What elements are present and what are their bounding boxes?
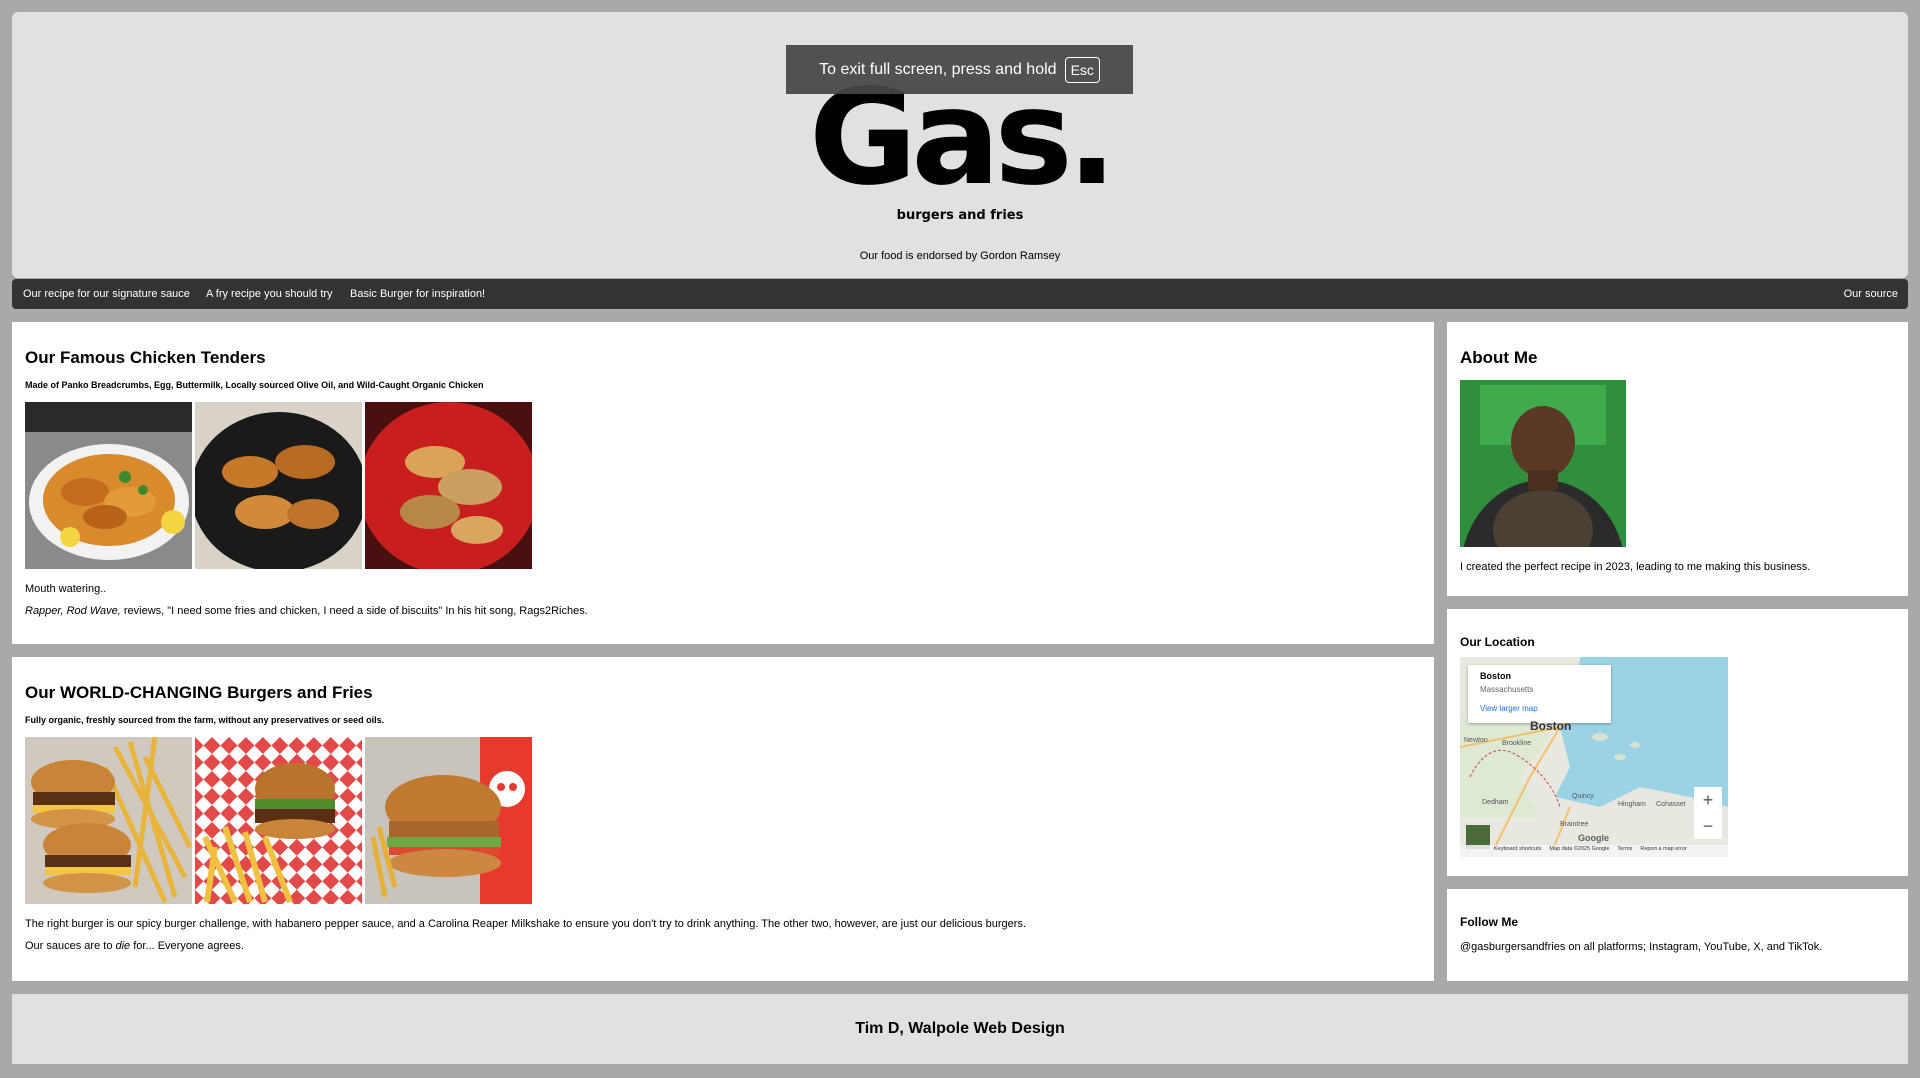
map-label-cohasset: Cohasset [1656, 801, 1686, 808]
follow-card: Follow Me @gasburgersandfries on all pla… [1447, 889, 1908, 981]
burgers-sauce-text: Our sauces are to die for... Everyone ag… [25, 940, 1421, 952]
map-data-credit: Map data ©2025 Google [1549, 846, 1610, 852]
map-label-quincy: Quincy [1572, 793, 1594, 800]
map-zoom-in-button[interactable]: + [1694, 787, 1722, 813]
tenders-caption: Mouth watering.. [25, 583, 107, 595]
map-report-error-link[interactable]: Report a map error [1640, 846, 1686, 852]
burgers-gallery [25, 737, 1421, 904]
about-title: About Me [1460, 348, 1538, 367]
fullscreen-notice-text: To exit full screen, press and hold [819, 60, 1057, 78]
burgers-title: Our WORLD-CHANGING Burgers and Fries [25, 683, 373, 702]
map-label-brookline: Brookline [1502, 740, 1532, 747]
nav-link-signature-sauce[interactable]: Our recipe for our signature sauce [23, 279, 190, 309]
map-info-title: Boston [1480, 671, 1511, 681]
footer-credit: Tim D, Walpole Web Design [855, 1020, 1065, 1037]
quote-artist: Rapper, Rod Wave, [25, 605, 121, 617]
burger-image-3 [365, 737, 532, 904]
location-card: Our Location Boston Massachusetts View l… [1447, 609, 1908, 876]
tenders-subtitle: Made of Panko Breadcrumbs, Egg, Buttermi… [25, 380, 484, 390]
map-label-dedham: Dedham [1482, 799, 1509, 806]
view-larger-map-link[interactable]: View larger map [1480, 704, 1599, 713]
google-logo: Google [1578, 833, 1609, 843]
logo-subtitle: burgers and fries [896, 208, 1024, 223]
map-label-hingham: Hingham [1618, 801, 1647, 808]
location-title: Our Location [1460, 635, 1535, 649]
nav-link-basic-burger[interactable]: Basic Burger for inspiration! [350, 279, 485, 309]
embedded-map[interactable]: Boston Massachusetts View larger map Bos… [1460, 657, 1728, 857]
map-keyboard-shortcuts[interactable]: Keyboard shortcuts [1494, 846, 1541, 852]
nav-link-our-source[interactable]: Our source [1844, 279, 1898, 309]
map-city-label: Boston [1530, 719, 1572, 733]
burger-image-2 [195, 737, 362, 904]
nav-bar: Our recipe for our signature sauce A fry… [12, 279, 1908, 309]
map-info-window: Boston Massachusetts View larger map [1468, 665, 1611, 723]
quote-text: reviews, "I need some fries and chicken,… [120, 605, 588, 617]
follow-title: Follow Me [1460, 915, 1518, 929]
fullscreen-notice: To exit full screen, press and hold Esc [786, 45, 1133, 94]
about-card: About Me I created the perfect recipe in… [1447, 322, 1908, 596]
map-info-subtitle: Massachusetts [1480, 685, 1534, 694]
map-attribution: Keyboard shortcuts Map data ©2025 Google… [1494, 846, 1687, 852]
nav-link-fry-recipe[interactable]: A fry recipe you should try [206, 279, 333, 309]
tenders-quote: Rapper, Rod Wave, reviews, "I need some … [25, 605, 1421, 617]
tenders-card: Our Famous Chicken Tenders Made of Panko… [12, 322, 1434, 644]
tenders-image-1 [25, 402, 192, 569]
follow-text: @gasburgersandfries on all platforms; In… [1460, 941, 1823, 953]
about-text: I created the perfect recipe in 2023, le… [1460, 561, 1811, 573]
about-photo [1460, 380, 1626, 547]
map-label-braintree: Braintree [1560, 821, 1589, 828]
endorsement-text: Our food is endorsed by Gordon Ramsey [859, 250, 1061, 262]
site-footer: Tim D, Walpole Web Design [12, 994, 1908, 1064]
map-terms-link[interactable]: Terms [1617, 846, 1632, 852]
esc-key-badge: Esc [1064, 56, 1100, 83]
burgers-card: Our WORLD-CHANGING Burgers and Fries Ful… [12, 657, 1434, 981]
map-zoom-out-button[interactable]: − [1694, 813, 1722, 839]
burgers-subtitle: Fully organic, freshly sourced from the … [25, 715, 385, 725]
burgers-description: The right burger is our spicy burger cha… [25, 918, 1027, 930]
tenders-image-2 [195, 402, 362, 569]
tenders-gallery [25, 402, 1421, 569]
tenders-image-3 [365, 402, 532, 569]
sauce-text-emphasis: die [115, 940, 131, 952]
map-label-newton: Newton [1464, 737, 1488, 744]
burger-image-1 [25, 737, 192, 904]
sauce-text-start: Our sauces are to [25, 940, 116, 952]
logo: Gas. burgers and fries [12, 72, 1908, 223]
tenders-title: Our Famous Chicken Tenders [25, 348, 266, 367]
sauce-text-end: for... Everyone agrees. [130, 940, 244, 952]
